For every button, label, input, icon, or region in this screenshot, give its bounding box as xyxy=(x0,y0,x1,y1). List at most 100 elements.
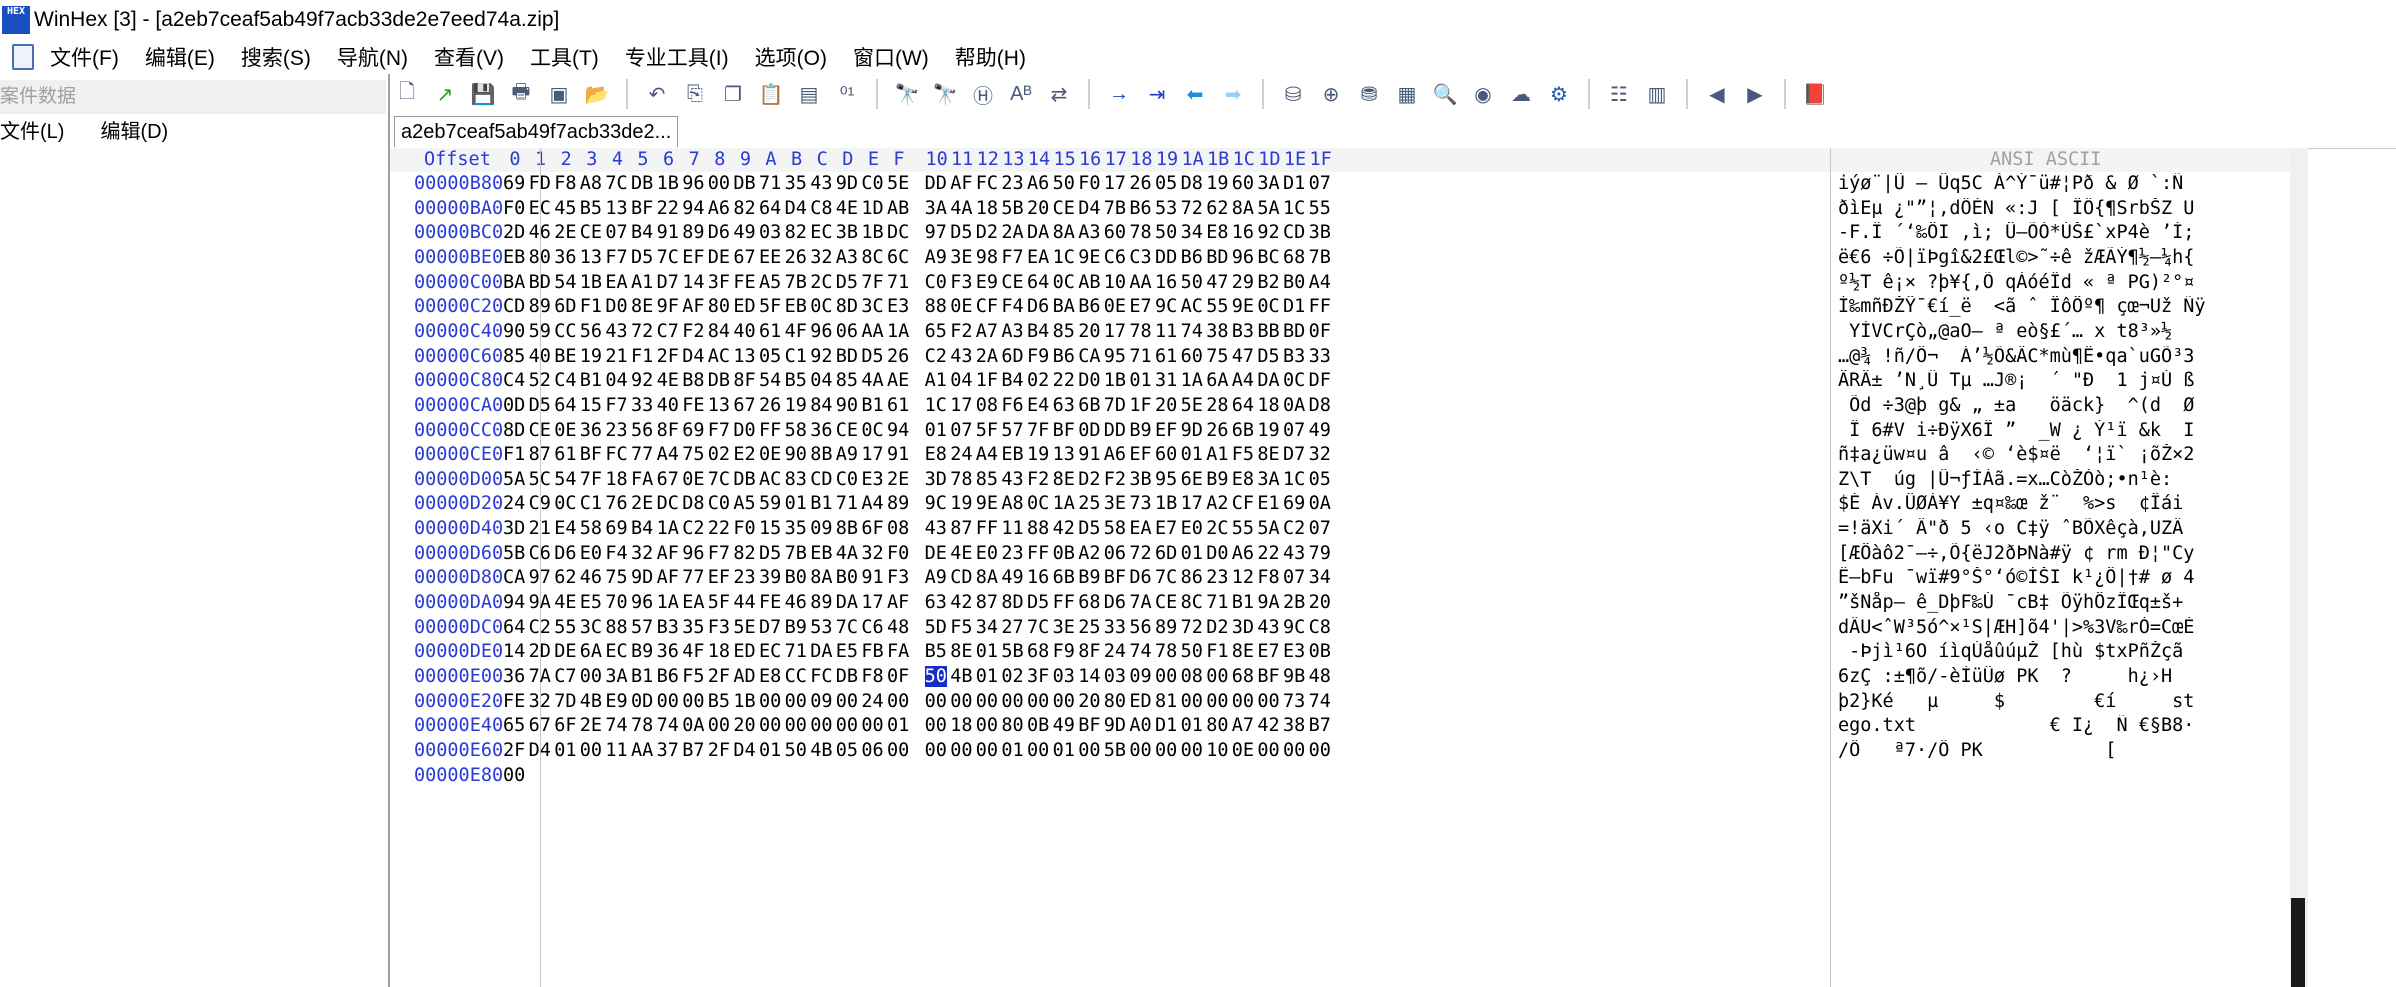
hex-byte[interactable]: 01 xyxy=(887,715,909,736)
hex-byte[interactable]: EC xyxy=(529,198,551,219)
hex-byte[interactable]: 3A xyxy=(605,666,627,687)
hex-byte[interactable]: 68 xyxy=(1283,247,1305,268)
hex-byte[interactable]: 35 xyxy=(785,518,807,539)
hex-byte[interactable]: 52 xyxy=(529,370,551,391)
hex-byte[interactable]: 56 xyxy=(631,420,653,441)
hex-byte[interactable]: F8 xyxy=(554,173,576,194)
hex-byte[interactable]: C4 xyxy=(503,370,525,391)
hex-byte[interactable]: 63 xyxy=(1053,395,1075,416)
hex-byte[interactable]: 4A xyxy=(861,370,883,391)
paste-icon[interactable]: 📋 xyxy=(757,80,785,108)
hex-byte[interactable]: 70 xyxy=(605,592,627,613)
hex-byte[interactable]: A3 xyxy=(836,247,858,268)
replace-text-icon[interactable]: Aᴮ xyxy=(1007,80,1035,108)
save-icon[interactable]: 💾 xyxy=(469,80,497,108)
hex-byte[interactable]: 60 xyxy=(1181,346,1203,367)
hex-byte[interactable]: 55 xyxy=(1309,198,1331,219)
hex-byte[interactable]: 54 xyxy=(554,272,576,293)
hex-byte[interactable]: 4E xyxy=(950,543,972,564)
hex-byte[interactable]: F7 xyxy=(605,395,627,416)
hex-byte[interactable]: D6 xyxy=(708,222,730,243)
hex-byte[interactable]: 0D xyxy=(631,691,653,712)
hex-byte[interactable]: 88 xyxy=(925,296,947,317)
hex-byte[interactable]: E7 xyxy=(1155,518,1177,539)
ascii-text[interactable]: ÄRÄ± ’N¸Û Tµ …J®¡ ´ "Ð 1 j¤Ú ß xyxy=(1838,370,2194,391)
hex-byte[interactable]: E7 xyxy=(1257,641,1279,662)
hex-byte[interactable]: 77 xyxy=(631,444,653,465)
hex-byte[interactable]: 16 xyxy=(1027,567,1049,588)
hex-byte[interactable]: 7C xyxy=(657,247,679,268)
hex-byte[interactable]: 0E xyxy=(554,420,576,441)
hex-byte[interactable]: 91 xyxy=(1078,444,1100,465)
hex-byte[interactable]: EB xyxy=(810,543,832,564)
hex-byte[interactable]: 74 xyxy=(1309,691,1331,712)
hex-byte[interactable]: 50 xyxy=(785,740,807,761)
copy-block-icon[interactable]: ❐ xyxy=(719,80,747,108)
hex-byte[interactable]: A5 xyxy=(759,272,781,293)
hex-byte[interactable]: 32 xyxy=(529,691,551,712)
hex-byte[interactable]: BD xyxy=(529,272,551,293)
hex-byte[interactable]: 32 xyxy=(631,543,653,564)
hex-byte[interactable]: 18 xyxy=(708,641,730,662)
hex-byte[interactable]: 3C xyxy=(861,296,883,317)
hex-byte[interactable]: 8F xyxy=(733,370,755,391)
scrollbar-thumb[interactable] xyxy=(2291,898,2305,987)
hex-byte[interactable]: D4 xyxy=(529,740,551,761)
hex-byte[interactable]: 9C xyxy=(1155,296,1177,317)
hex-byte[interactable]: 8A xyxy=(1053,222,1075,243)
hex-byte[interactable]: CD xyxy=(950,567,972,588)
hex-byte[interactable]: 69 xyxy=(503,173,525,194)
hex-byte[interactable]: D5 xyxy=(631,247,653,268)
hex-byte[interactable]: F2 xyxy=(682,321,704,342)
hex-byte[interactable]: 68 xyxy=(1027,641,1049,662)
hex-byte[interactable]: 94 xyxy=(887,420,909,441)
hex-byte[interactable]: 55 xyxy=(554,617,576,638)
paste-hex-icon[interactable]: ▤ xyxy=(795,80,823,108)
hex-byte[interactable]: 7A xyxy=(1129,592,1151,613)
hex-byte[interactable]: B1 xyxy=(1232,592,1254,613)
hex-byte[interactable]: 20 xyxy=(1078,321,1100,342)
hex-byte[interactable]: 17 xyxy=(861,444,883,465)
ascii-text[interactable]: Í‰mñÐŽŸ¯€í_ë <ã ˆ ÏôÖº¶ çœ¬Už Ñÿ xyxy=(1838,296,2206,317)
hex-byte[interactable]: 0B xyxy=(1027,715,1049,736)
hex-byte[interactable]: FD xyxy=(529,173,551,194)
hex-byte[interactable]: 24 xyxy=(1104,641,1126,662)
hex-byte[interactable]: 88 xyxy=(1027,518,1049,539)
hex-byte[interactable]: 61 xyxy=(554,444,576,465)
hex-byte[interactable]: A7 xyxy=(1232,715,1254,736)
hex-byte[interactable]: 4F xyxy=(682,641,704,662)
hex-byte[interactable]: F2 xyxy=(1027,469,1049,490)
hex-byte[interactable]: 78 xyxy=(950,469,972,490)
hex-byte[interactable]: 20 xyxy=(1078,691,1100,712)
hex-byte[interactable]: 13 xyxy=(1053,444,1075,465)
hex-byte[interactable]: 3D xyxy=(1232,617,1254,638)
hex-byte[interactable]: D5 xyxy=(836,272,858,293)
hex-byte[interactable]: DA xyxy=(1027,222,1049,243)
hex-byte[interactable]: 5B xyxy=(1104,740,1126,761)
hex-byte[interactable]: B1 xyxy=(631,666,653,687)
hex-byte[interactable]: 00 xyxy=(887,691,909,712)
hex-byte[interactable]: 40 xyxy=(733,321,755,342)
hex-byte[interactable]: A9 xyxy=(925,567,947,588)
hex-byte[interactable]: 62 xyxy=(1206,198,1228,219)
hex-byte[interactable]: 9E xyxy=(976,493,998,514)
hex-byte[interactable]: 00 xyxy=(1027,691,1049,712)
hex-byte[interactable]: 0F xyxy=(887,666,909,687)
hex-byte[interactable]: F2 xyxy=(950,321,972,342)
hex-byte[interactable]: 4B xyxy=(810,740,832,761)
hex-byte[interactable]: 82 xyxy=(733,543,755,564)
zoom-icon[interactable]: 🔍 xyxy=(1431,80,1459,108)
hex-byte[interactable]: 49 xyxy=(1309,420,1331,441)
hex-byte[interactable]: E9 xyxy=(976,272,998,293)
hex-byte[interactable]: 22 xyxy=(1257,543,1279,564)
hex-byte[interactable]: E7 xyxy=(1129,296,1151,317)
hex-byte[interactable]: 14 xyxy=(1078,666,1100,687)
hex-byte[interactable]: 09 xyxy=(1129,666,1151,687)
hex-byte[interactable]: 2F xyxy=(657,346,679,367)
hex-byte[interactable]: 61 xyxy=(887,395,909,416)
hex-byte[interactable]: 2D xyxy=(529,641,551,662)
hex-byte[interactable]: C7 xyxy=(554,666,576,687)
hex-byte[interactable]: 74 xyxy=(657,715,679,736)
hex-byte[interactable]: D4 xyxy=(785,198,807,219)
hex-byte[interactable]: 71 xyxy=(759,173,781,194)
